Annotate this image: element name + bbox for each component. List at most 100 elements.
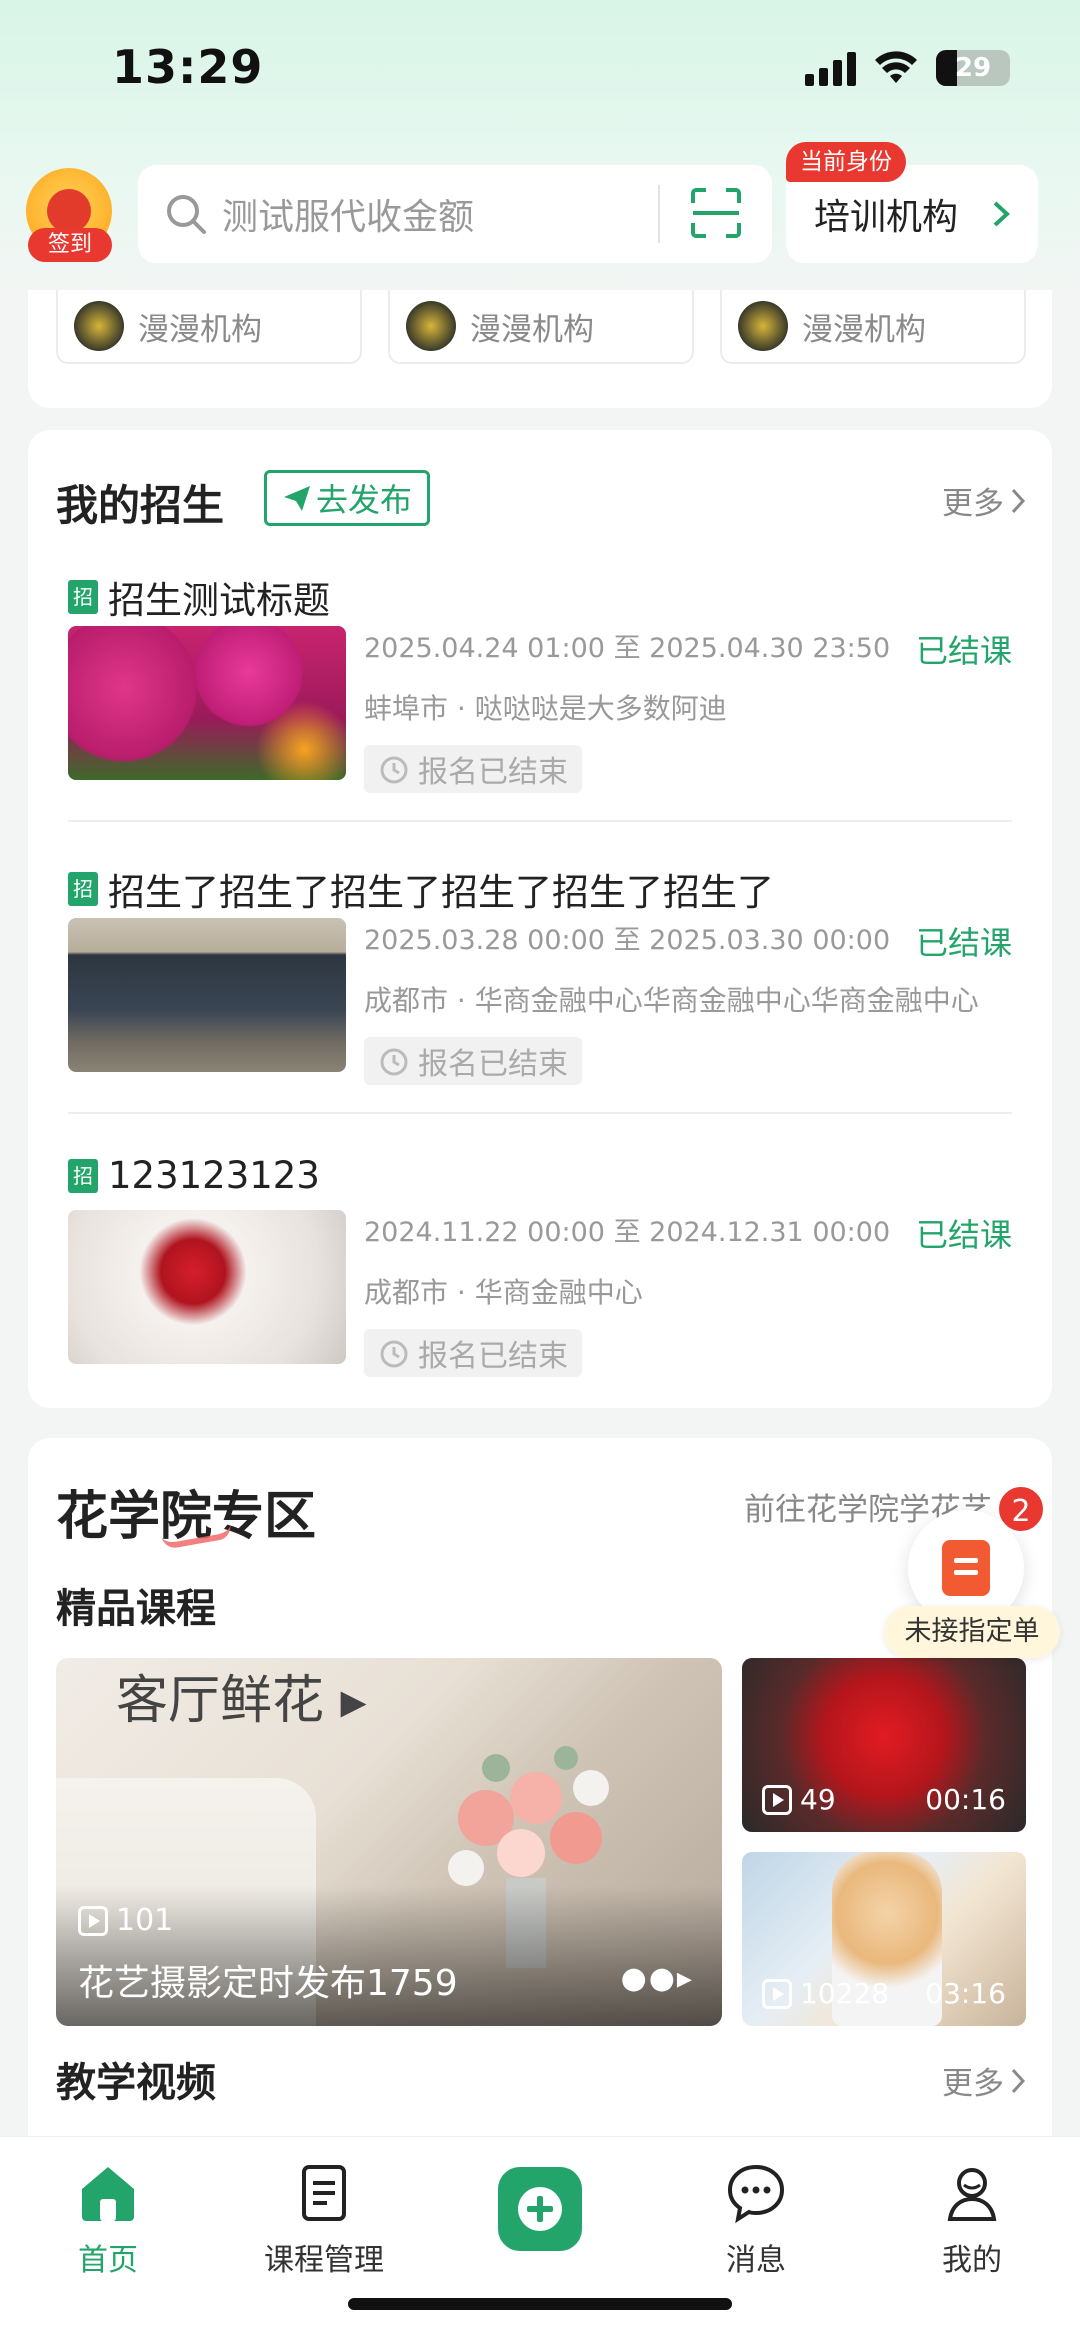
course-card-small[interactable]: 10228 03:16 (742, 1852, 1026, 2026)
order-label: 未接指定单 (884, 1606, 1060, 1658)
recruit-item-title: 123123123 (108, 1154, 320, 1197)
divider (68, 820, 1012, 822)
search-bar[interactable]: 测试服代收金额 (138, 165, 772, 263)
chevron-right-icon (993, 201, 1010, 227)
course-name: 花艺摄影定时发布1759 (78, 1963, 458, 2004)
play-icon (762, 1784, 792, 1815)
scan-icon[interactable] (690, 187, 742, 239)
user-icon (947, 2168, 997, 2221)
recruit-item-title: 招生了招生了招生了招生了招生了招生了 (108, 871, 774, 914)
recruit-date: 2025.03.28 00:00 至 2025.03.30 00:00 (364, 925, 891, 956)
tab-home-label: 首页 (78, 2243, 138, 2278)
alarm-clock-icon (380, 1340, 408, 1368)
recruit-tag-icon: 招 (68, 1158, 98, 1193)
org-name: 漫漫机构 (802, 311, 926, 348)
signin-avatar[interactable]: 签到 (26, 168, 114, 264)
course-card-small[interactable]: 49 00:16 (742, 1658, 1026, 1832)
play-icon (78, 1905, 108, 1936)
enroll-status: 报名已结束 (364, 1329, 582, 1377)
divider (68, 1112, 1012, 1114)
recruit-card: 我的招生 去发布 更多 招招生测试标题 2025.04.24 01:00 至 2… (28, 430, 1052, 1408)
recruit-tag-icon: 招 (68, 872, 98, 906)
recruit-more-link[interactable]: 更多 (942, 478, 1026, 523)
chat-bubble-icon (727, 2164, 785, 2224)
recruit-address: 成都市 · 华商金融中心 (364, 1276, 643, 1309)
tab-course-management-label: 课程管理 (264, 2243, 384, 2278)
recruit-date: 2025.04.24 01:00 至 2025.04.30 23:50 (364, 633, 891, 664)
publish-button[interactable]: 去发布 (264, 470, 430, 526)
add-button[interactable] (498, 2167, 582, 2251)
chevron-right-icon (1011, 2068, 1026, 2093)
recruit-thumbnail (68, 918, 346, 1072)
course-view-count: 10228 (800, 1977, 890, 2010)
featured-courses-title: 精品课程 (56, 1586, 216, 1632)
signin-label: 签到 (28, 228, 112, 262)
tab-messages-label: 消息 (726, 2243, 786, 2278)
more-label: 更多 (942, 2066, 1004, 2102)
identity-badge: 当前身份 (786, 142, 906, 182)
tab-mine-label: 我的 (942, 2243, 1002, 2278)
course-views: 10228 (762, 1977, 889, 2010)
org-name: 漫漫机构 (138, 311, 262, 348)
enroll-status: 报名已结束 (364, 745, 582, 793)
wifi-icon (875, 51, 917, 83)
recruit-item[interactable]: 招 123123123 2024.11.22 00:00 至 2024.12.31… (68, 1154, 1012, 1384)
search-icon (167, 195, 206, 234)
home-indicator (348, 2298, 732, 2310)
recruit-item-title: 招生测试标题 (108, 579, 330, 622)
home-icon (82, 2167, 134, 2221)
battery-icon: 29 (936, 50, 1010, 86)
recruit-title: 我的招生 (56, 481, 225, 530)
unassigned-orders-button[interactable]: 2 未接指定单 (884, 1480, 1060, 1660)
tab-course-management[interactable]: 课程管理 (254, 2161, 394, 2279)
recruit-tag-icon: 招 (68, 580, 98, 614)
publish-label: 去发布 (315, 481, 412, 519)
search-placeholder: 测试服代收金额 (222, 197, 475, 238)
org-logo-icon (74, 301, 124, 351)
recruit-item[interactable]: 招招生测试标题 2025.04.24 01:00 至 2025.04.30 23… (68, 570, 1012, 800)
course-view-count: 101 (116, 1903, 174, 1938)
org-chip[interactable]: 漫漫机构 (720, 290, 1026, 364)
recruit-status: 已结课 (915, 924, 1012, 962)
course-caption: 客厅鲜花 ▸ (116, 1671, 367, 1731)
org-logo-icon (738, 301, 788, 351)
tab-messages[interactable]: 消息 (686, 2161, 826, 2279)
play-icon (762, 1978, 792, 2009)
academy-title: 花学院专区 (56, 1474, 316, 1550)
recruit-status: 已结课 (915, 632, 1012, 670)
plus-icon (518, 2187, 562, 2231)
org-chip[interactable]: 漫漫机构 (56, 290, 362, 364)
recruit-status: 已结课 (915, 1216, 1012, 1254)
org-logo-icon (406, 301, 456, 351)
tab-home[interactable]: 首页 (38, 2161, 178, 2279)
featured-course-card[interactable]: 客厅鲜花 ▸ 101 花艺摄影定时发布1759 ●●▸ (56, 1658, 722, 2026)
more-label: 更多 (942, 486, 1004, 522)
search-divider (658, 185, 660, 243)
status-time: 13:29 (112, 40, 264, 94)
course-duration: 03:16 (925, 1977, 1006, 2010)
more-dots-icon[interactable]: ●●▸ (621, 1961, 694, 1996)
chevron-right-icon (1011, 488, 1026, 513)
recruit-address: 蚌埠市 · 哒哒哒是大多数阿迪 (364, 692, 727, 725)
org-card: 漫漫机构 漫漫机构 漫漫机构 (28, 290, 1052, 408)
org-chip[interactable]: 漫漫机构 (388, 290, 694, 364)
teaching-videos-more-link[interactable]: 更多 (942, 2058, 1026, 2103)
enroll-label: 报名已结束 (418, 755, 568, 790)
battery-level: 29 (954, 53, 992, 83)
send-icon (283, 486, 310, 511)
cellular-signal-icon (805, 50, 856, 86)
recruit-thumbnail (68, 1210, 346, 1364)
teaching-videos-title: 教学视频 (56, 2060, 216, 2106)
org-list: 漫漫机构 漫漫机构 漫漫机构 (56, 290, 1026, 364)
tab-mine[interactable]: 我的 (902, 2161, 1042, 2279)
document-icon (302, 2165, 346, 2221)
alarm-clock-icon (380, 756, 408, 784)
org-name: 漫漫机构 (470, 311, 594, 348)
order-count-badge: 2 (996, 1484, 1046, 1534)
course-caption-text: 客厅鲜花 (116, 1671, 325, 1731)
clipboard-icon (942, 1540, 990, 1596)
recruit-item[interactable]: 招招生了招生了招生了招生了招生了招生了 2025.03.28 00:00 至 2… (68, 862, 1012, 1092)
identity-value: 培训机构 (814, 197, 959, 238)
recruit-date: 2024.11.22 00:00 至 2024.12.31 00:00 (364, 1217, 891, 1248)
enroll-status: 报名已结束 (364, 1037, 582, 1085)
